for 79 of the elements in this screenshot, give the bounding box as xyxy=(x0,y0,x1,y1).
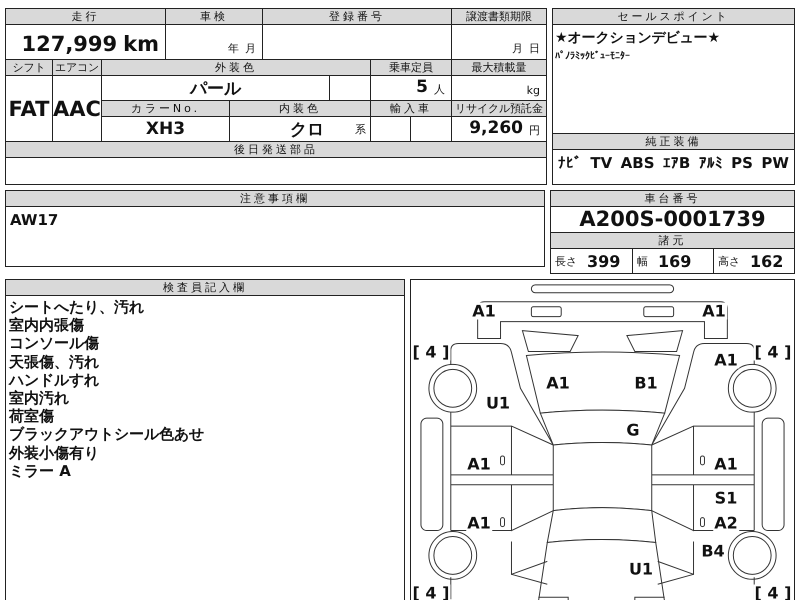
damage-code: A1 xyxy=(466,514,492,532)
capacity-unit: 人 xyxy=(434,82,445,97)
inspector-note: コンソール傷 xyxy=(9,334,99,353)
damage-code: A1 xyxy=(701,302,727,320)
spec-value: 399 xyxy=(587,252,620,270)
spec-label: 幅 xyxy=(637,254,648,268)
capacity-value: 5 xyxy=(416,77,428,97)
aircon-header: エアコン xyxy=(53,60,101,75)
max-load-header: 最大積載量 xyxy=(452,60,546,75)
damage-code: [ 4 ] xyxy=(754,344,792,360)
equipment-item: ABS xyxy=(620,154,655,172)
damage-code: A1 xyxy=(713,352,739,368)
inspector-note: 室内汚れ xyxy=(9,389,69,408)
notes-text: AW17 xyxy=(9,210,60,231)
damage-code: A1 xyxy=(471,302,497,320)
damage-code: A1 xyxy=(466,456,492,472)
damage-code: B4 xyxy=(700,542,726,560)
equipment-item: PS xyxy=(731,154,753,172)
aircon-value: AAC xyxy=(53,76,101,141)
yen-unit: 円 xyxy=(529,123,540,138)
sales-point-text: ★オークションデビュー★ xyxy=(555,29,722,47)
damage-code: B1 xyxy=(633,374,659,392)
recycle-value: 9,260 xyxy=(469,118,523,138)
damage-code: S1 xyxy=(714,490,738,506)
damage-code: U1 xyxy=(484,394,512,412)
inspector-note: ハンドルすれ xyxy=(9,370,99,390)
registration-header: 登録番号 xyxy=(263,9,451,24)
equipment-item: TV xyxy=(590,154,612,172)
specs-header: 諸元 xyxy=(551,233,794,249)
year-label: 年 xyxy=(228,41,239,56)
month-label: 月 xyxy=(245,41,256,56)
equipment-item: ｱﾙﾐ xyxy=(698,154,723,172)
sales-points-header: セールスポイント xyxy=(553,9,794,25)
inspector-note: ミラー A xyxy=(9,462,71,480)
max-load-unit: kg xyxy=(526,84,540,97)
inspector-note: 室内内張傷 xyxy=(9,316,84,334)
spec-value: 169 xyxy=(658,252,692,270)
equipment-header: 純正装備 xyxy=(553,133,794,150)
damage-code: [ 4 ] xyxy=(412,344,450,360)
equipment-item: ﾅﾋﾞ xyxy=(558,154,582,172)
spec-label: 長さ xyxy=(555,254,577,268)
mileage-header: 走行 xyxy=(6,9,165,24)
mileage-value: 127,999 xyxy=(21,32,118,56)
equipment-item: ｴｱB xyxy=(662,154,690,172)
damage-code: A1 xyxy=(713,456,739,472)
inspector-note: 外装小傷有り xyxy=(9,444,99,462)
day-label: 日 xyxy=(529,41,540,56)
color-no-header: カラーNo. xyxy=(102,101,229,116)
equipment-item: PW xyxy=(761,154,789,172)
exterior-color-header: 外装色 xyxy=(102,60,370,75)
interior-color-value: クロ xyxy=(290,118,324,140)
inspector-note: 荷室傷 xyxy=(9,407,54,426)
inspector-note: ブラックアウトシール色あせ xyxy=(9,425,204,444)
shift-header: シフト xyxy=(6,60,52,75)
later-parts-header: 後日発送部品 xyxy=(6,142,546,157)
shift-value: FAT xyxy=(6,76,52,141)
interior-color-suffix: 系 xyxy=(355,122,366,136)
damage-code: U1 xyxy=(628,560,654,578)
damage-code: G xyxy=(625,422,641,438)
import-header: 輸入車 xyxy=(371,101,451,116)
exterior-color-value: パール xyxy=(102,76,329,100)
mileage-unit: km xyxy=(123,32,159,56)
spec-value: 162 xyxy=(750,252,784,270)
notes-header: 注意事項欄 xyxy=(6,191,544,207)
spec-label: 高さ xyxy=(718,254,740,268)
chassis-header: 車台番号 xyxy=(551,191,794,207)
deadline-header: 譲渡書類期限 xyxy=(452,9,546,24)
inspector-note: シートへたり、汚れ xyxy=(9,298,144,316)
inspector-header: 検査員記入欄 xyxy=(6,280,404,296)
recycle-header: リサイクル預託金 xyxy=(452,101,546,116)
damage-code: A2 xyxy=(713,514,739,532)
damage-code: A1 xyxy=(545,374,571,392)
capacity-header: 乗車定員 xyxy=(371,60,451,75)
month-label: 月 xyxy=(512,41,523,56)
inspector-note: 天張傷、汚れ xyxy=(9,352,99,371)
color-no-value: XH3 xyxy=(102,117,229,141)
sales-point-text: ﾊﾟﾉﾗﾐｯｸﾋﾞｭｰﾓﾆﾀｰ xyxy=(555,50,631,62)
interior-color-header: 内装色 xyxy=(230,101,370,116)
inspection-header: 車検 xyxy=(166,9,262,24)
